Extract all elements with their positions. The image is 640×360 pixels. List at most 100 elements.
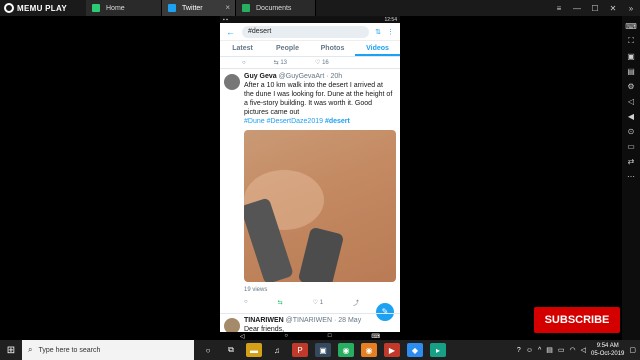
close-icon[interactable]: ✕	[604, 4, 622, 13]
overflow-menu-icon[interactable]: ⋮	[387, 28, 394, 36]
maximize-icon[interactable]: ☐	[586, 4, 604, 13]
notifications-icon[interactable]: ▢	[629, 346, 636, 354]
keyboard-icon[interactable]: ⌨	[625, 20, 637, 32]
video-thumbnail[interactable]	[244, 130, 396, 282]
apk-icon[interactable]: ▤	[625, 65, 637, 77]
minimize-icon[interactable]: —	[568, 4, 586, 13]
media-icon[interactable]: ♫	[269, 343, 285, 357]
tweet[interactable]: TINARIWEN @TINARIWEN · 28 May Dear frien…	[220, 313, 400, 334]
tab-videos[interactable]: Videos	[355, 41, 400, 56]
subscribe-button[interactable]: SUBSCRIBE	[534, 307, 620, 333]
media-player-icon[interactable]: ▶	[384, 343, 400, 357]
camtasia-icon[interactable]: ▸	[430, 343, 446, 357]
chrome-icon[interactable]: ◉	[338, 343, 354, 357]
hashtag-desert[interactable]: #desert	[325, 118, 350, 125]
tab-photos[interactable]: Photos	[310, 41, 355, 56]
volume-down-icon[interactable]: ◀	[625, 110, 637, 122]
volume-icon[interactable]: ◁	[581, 346, 586, 354]
tweet-text: After a 10 km walk into the desert I arr…	[244, 82, 393, 116]
menu-icon[interactable]: ≡	[550, 4, 568, 13]
author-name: Guy Geva	[244, 73, 277, 80]
wifi-icon[interactable]: ◠	[570, 346, 576, 354]
app-icon[interactable]: ▣	[315, 343, 331, 357]
retweet-icon[interactable]: ⇆	[278, 299, 283, 306]
taskbar-search[interactable]: ⌕ Type here to search	[22, 340, 194, 360]
desktop: MEMU PLAY Home Twitter × Documents ≡ — ☐…	[0, 0, 640, 360]
search-placeholder: Type here to search	[38, 346, 101, 354]
search-tabs: Latest People Photos Videos	[220, 41, 400, 57]
author-handle: @TINARIWEN	[285, 317, 333, 324]
search-input[interactable]: #desert	[242, 25, 370, 38]
tab-documents-label: Documents	[256, 4, 292, 12]
retweet-action[interactable]: ⇆ 13	[274, 59, 287, 66]
home-icon	[92, 4, 100, 12]
battery-icon[interactable]: ▭	[558, 346, 565, 354]
status-time: 12:54	[384, 16, 397, 23]
search-bar: ← #desert ⇅ ⋮	[220, 23, 400, 41]
fullscreen-icon[interactable]: ⛶	[625, 35, 637, 47]
file-explorer-icon[interactable]: ▬	[246, 343, 262, 357]
nav-keyboard-icon[interactable]: ⌨	[371, 333, 380, 340]
tweet[interactable]: Guy Geva @GuyGevaArt · 20h After a 10 km…	[220, 69, 400, 308]
reply-icon[interactable]: ○	[242, 60, 246, 66]
more-icon[interactable]: ⋯	[625, 170, 637, 182]
twitter-icon	[168, 4, 176, 12]
volume-up-icon[interactable]: ◁	[625, 95, 637, 107]
system-tray: ? ☺ ^ ▤ ▭ ◠ ◁ 9:54 AM 05-Oct-2019 ▢	[517, 340, 636, 360]
rotate-icon[interactable]: ⇄	[625, 155, 637, 167]
help-icon[interactable]: ?	[517, 347, 521, 354]
people-icon[interactable]: ☺	[526, 347, 533, 354]
task-view-icon[interactable]: ⧉	[223, 343, 239, 357]
folder-icon[interactable]: ▭	[625, 140, 637, 152]
filter-icon[interactable]: ⇅	[375, 28, 381, 36]
close-tab-icon[interactable]: ×	[225, 3, 230, 12]
firefox-icon[interactable]: ◉	[361, 343, 377, 357]
memu-brand: MEMU PLAY	[0, 0, 86, 16]
cortana-icon[interactable]: ○	[200, 343, 216, 357]
nav-home-icon[interactable]: ○	[284, 333, 288, 339]
leg-right	[297, 226, 345, 282]
tab-twitter[interactable]: Twitter ×	[162, 0, 236, 16]
reply-icon[interactable]: ○	[244, 299, 248, 305]
windows-taskbar: ⊞ ⌕ Type here to search ○ ⧉ ▬ ♫ P ▣ ◉ ◉ …	[0, 340, 640, 360]
retweet-count: 13	[280, 60, 288, 66]
like-count: 16	[322, 60, 329, 66]
taskbar-clock[interactable]: 9:54 AM 05-Oct-2019	[591, 342, 624, 358]
tweet-actions: ○ ⇆ ♡ 1 ⤴	[244, 296, 394, 308]
prev-tweet-actions: ○ ⇆ 13 ♡ 16	[220, 57, 400, 69]
emulator-titlebar: MEMU PLAY Home Twitter × Documents ≡ — ☐…	[0, 0, 640, 16]
location-icon[interactable]: ⊙	[625, 125, 637, 137]
tab-home[interactable]: Home	[86, 0, 162, 16]
clock-time: 9:54 AM	[596, 343, 619, 349]
windows-start-icon[interactable]: ⊞	[0, 345, 22, 356]
tray-expand-icon[interactable]: ^	[538, 347, 541, 354]
tab-latest[interactable]: Latest	[220, 41, 265, 56]
author-handle: @GuyGevaArt	[278, 73, 325, 80]
back-arrow-icon[interactable]: ←	[226, 27, 236, 37]
tab-documents[interactable]: Documents	[236, 0, 316, 16]
notification-icons: ▪ ▪	[223, 16, 228, 23]
tweet-header: Guy Geva @GuyGevaArt · 20h	[244, 73, 394, 80]
network-icon[interactable]: ▤	[546, 346, 553, 354]
hashtag-links[interactable]: #Dune #DesertDaze2019	[244, 118, 323, 125]
android-screen: ▪ ▪ 12:54 ← #desert ⇅ ⋮ Latest People Ph…	[220, 16, 400, 340]
documents-icon	[242, 4, 250, 12]
nav-back-icon[interactable]: ◁	[240, 333, 245, 340]
tweet-time: · 28 May	[333, 317, 362, 324]
nav-recents-icon[interactable]: □	[328, 333, 332, 339]
settings-icon[interactable]: ⚙	[625, 80, 637, 92]
window-controls: ≡ — ☐ ✕ »	[550, 0, 640, 16]
like-action[interactable]: ♡ 1	[313, 299, 323, 306]
view-count: 19 views	[244, 287, 268, 293]
android-navbar: ◁ ○ □ ⌨	[220, 332, 400, 340]
expand-icon[interactable]: »	[622, 4, 640, 13]
like-action[interactable]: ♡ 16	[315, 59, 329, 66]
powerpoint-icon[interactable]: P	[292, 343, 308, 357]
author-name: TINARIWEN	[244, 317, 284, 324]
share-icon[interactable]: ⤴	[353, 298, 359, 307]
avatar[interactable]	[224, 74, 240, 90]
multi-window-icon[interactable]: ▣	[625, 50, 637, 62]
tweet-time: · 20h	[326, 73, 343, 80]
tab-people[interactable]: People	[265, 41, 310, 56]
memu-taskbar-icon[interactable]: ◆	[407, 343, 423, 357]
